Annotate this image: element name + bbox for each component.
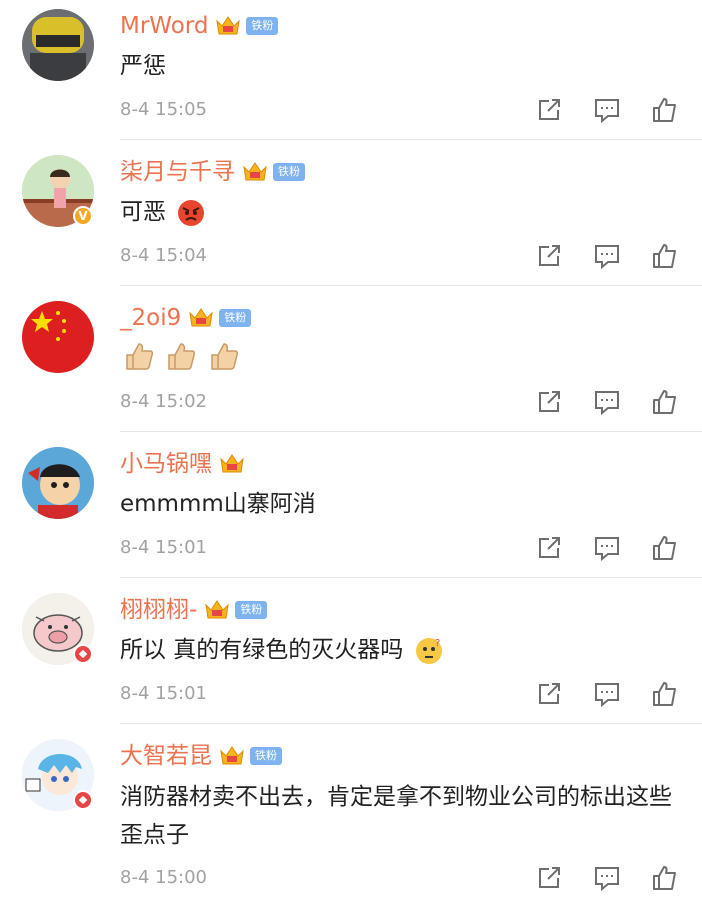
- comment-text: 可恶: [120, 199, 166, 225]
- timestamp: 8-4 15:02: [120, 391, 207, 412]
- comment-icon[interactable]: [594, 97, 620, 123]
- fan-badge: 铁粉: [246, 17, 279, 35]
- timestamp: 8-4 15:00: [120, 867, 207, 888]
- comment-icon[interactable]: [594, 389, 620, 415]
- fan-badge: 铁粉: [250, 747, 282, 765]
- divider: [120, 431, 702, 432]
- like-icon[interactable]: [652, 535, 678, 561]
- share-icon[interactable]: [536, 243, 562, 269]
- username[interactable]: MrWord: [120, 11, 208, 41]
- thumbs-up-emoji-icon: [168, 342, 196, 370]
- timestamp: 8-4 15:01: [120, 683, 207, 704]
- like-icon[interactable]: [652, 681, 678, 707]
- comment-list: MrWord 铁粉 严惩 8-4 15:05 V 柒月与千寻 铁粉 可恶 8-4…: [0, 0, 702, 900]
- member-badge: [73, 790, 93, 810]
- divider: [120, 285, 702, 286]
- username[interactable]: 大智若昆: [120, 741, 212, 771]
- verified-badge: V: [73, 206, 93, 226]
- share-icon[interactable]: [536, 389, 562, 415]
- comment-item: 大智若昆 铁粉 消防器材卖不出去，肯定是拿不到物业公司的标出这些歪点子 8-4 …: [0, 730, 702, 900]
- timestamp: 8-4 15:05: [120, 99, 207, 120]
- comment-text: emmmm山寨阿消: [120, 491, 316, 517]
- crown-icon: [189, 308, 213, 327]
- avatar[interactable]: [22, 9, 94, 81]
- angry-face-icon: [178, 199, 205, 226]
- timestamp: 8-4 15:04: [120, 245, 207, 266]
- member-badge: [73, 644, 93, 664]
- crown-icon: [220, 454, 244, 473]
- comment-icon[interactable]: [594, 865, 620, 891]
- username[interactable]: _2oi9: [120, 303, 181, 333]
- crown-icon: [205, 600, 230, 619]
- like-icon[interactable]: [652, 389, 678, 415]
- thumbs-up-emoji-icon: [210, 342, 238, 370]
- username[interactable]: 小马锅嘿: [120, 449, 212, 479]
- thinking-face-icon: ?: [415, 637, 442, 664]
- fan-badge: 铁粉: [273, 163, 305, 181]
- like-icon[interactable]: [652, 97, 678, 123]
- comment-text-row: 可恶: [120, 194, 690, 230]
- share-icon[interactable]: [536, 681, 562, 707]
- comment-text-row: [120, 338, 690, 374]
- avatar[interactable]: [22, 301, 94, 373]
- comment-item: V 柒月与千寻 铁粉 可恶 8-4 15:04: [0, 146, 702, 292]
- svg-text:?: ?: [435, 638, 440, 649]
- comment-icon[interactable]: [594, 681, 620, 707]
- comment-text: 所以 真的有绿色的灭火器吗: [120, 637, 404, 663]
- comment-icon[interactable]: [594, 243, 620, 269]
- divider: [120, 139, 702, 140]
- divider: [120, 577, 702, 578]
- comment-item: 小马锅嘿 emmmm山寨阿消 8-4 15:01: [0, 438, 702, 584]
- fan-badge: 铁粉: [219, 309, 252, 327]
- username[interactable]: 栩栩栩-: [120, 595, 197, 625]
- avatar[interactable]: [22, 447, 94, 519]
- comment-icon[interactable]: [594, 535, 620, 561]
- comment-text-row: 所以 真的有绿色的灭火器吗 ?: [120, 632, 690, 668]
- username[interactable]: 柒月与千寻: [120, 157, 235, 187]
- crown-icon: [220, 746, 244, 765]
- crown-icon: [243, 162, 267, 181]
- share-icon[interactable]: [536, 535, 562, 561]
- comment-item: MrWord 铁粉 严惩 8-4 15:05: [0, 0, 702, 146]
- fan-badge: 铁粉: [235, 601, 268, 619]
- like-icon[interactable]: [652, 865, 678, 891]
- share-icon[interactable]: [536, 97, 562, 123]
- timestamp: 8-4 15:01: [120, 537, 207, 558]
- like-icon[interactable]: [652, 243, 678, 269]
- crown-icon: [216, 16, 241, 35]
- thumbs-up-emoji-icon: [126, 342, 154, 370]
- comment-text: 消防器材卖不出去，肯定是拿不到物业公司的标出这些歪点子: [120, 784, 672, 848]
- comment-item: 栩栩栩- 铁粉 所以 真的有绿色的灭火器吗 ? 8-4 15:01: [0, 584, 702, 730]
- comment-item: _2oi9 铁粉 8-4 15:02: [0, 292, 702, 438]
- comment-text: 严惩: [120, 53, 166, 79]
- share-icon[interactable]: [536, 865, 562, 891]
- divider: [120, 723, 702, 724]
